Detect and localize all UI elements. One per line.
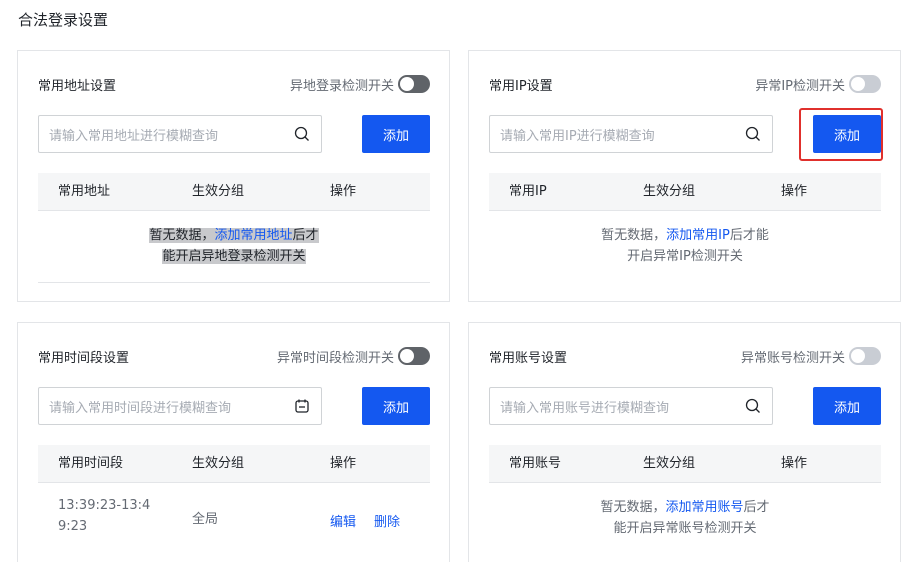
empty-text: 能开启异地登录检测开关	[162, 249, 306, 264]
account-search-input[interactable]: 请输入常用账号进行模糊查询	[489, 387, 773, 425]
time-search-input[interactable]: 请输入常用时间段进行模糊查询	[38, 387, 322, 425]
column-header: 常用时间段	[58, 456, 124, 471]
column-header: 操作	[781, 184, 808, 199]
column-header: 常用IP	[509, 184, 547, 199]
account-add-button[interactable]: 添加	[813, 387, 881, 425]
empty-text: 开启异常IP检测开关	[627, 249, 743, 264]
ip-empty-state: 暂无数据，添加常用IP后才能 开启异常IP检测开关	[489, 225, 881, 267]
account-settings-card: 常用账号设置 异常账号检测开关 请输入常用账号进行模糊查询 添加 常用账号 生效…	[468, 322, 901, 562]
empty-text: 后才能	[729, 228, 769, 243]
column-header: 常用地址	[58, 184, 111, 199]
group-cell: 全局	[192, 512, 219, 527]
account-empty-state: 暂无数据，添加常用账号后才 能开启异常账号检测开关	[489, 497, 881, 539]
ip-table-header: 常用IP 生效分组 操作	[489, 173, 881, 211]
search-icon[interactable]	[744, 125, 762, 143]
add-address-link[interactable]: 添加常用地址	[214, 228, 293, 243]
time-settings-card: 常用时间段设置 异常时间段检测开关 请输入常用时间段进行模糊查询 添加 常用时间…	[17, 322, 450, 562]
time-switch-label: 异常时间段检测开关	[276, 350, 394, 366]
empty-text: 后才	[292, 228, 319, 243]
column-header: 生效分组	[192, 456, 245, 471]
empty-text: 能开启异常账号检测开关	[613, 521, 757, 536]
account-card-title: 常用账号设置	[489, 350, 568, 366]
ip-search-placeholder: 请输入常用IP进行模糊查询	[500, 128, 655, 144]
column-header: 生效分组	[643, 184, 696, 199]
search-icon[interactable]	[744, 397, 762, 415]
account-search-placeholder: 请输入常用账号进行模糊查询	[500, 400, 670, 416]
time-card-title: 常用时间段设置	[38, 350, 130, 366]
add-ip-link[interactable]: 添加常用IP	[666, 228, 730, 243]
column-header: 生效分组	[643, 456, 696, 471]
ip-search-input[interactable]: 请输入常用IP进行模糊查询	[489, 115, 773, 153]
add-account-link[interactable]: 添加常用账号	[665, 500, 743, 515]
address-add-button[interactable]: 添加	[362, 115, 430, 153]
account-table-header: 常用账号 生效分组 操作	[489, 445, 881, 483]
ip-switch-label: 异常IP检测开关	[755, 78, 845, 94]
page-title: 合法登录设置	[18, 11, 109, 29]
edit-link[interactable]: 编辑	[330, 511, 356, 530]
address-detect-toggle[interactable]	[398, 75, 430, 93]
empty-text: 暂无数据，	[600, 500, 666, 515]
time-range-line: 13:39:23-13:4	[58, 498, 151, 513]
ip-card-title: 常用IP设置	[489, 78, 553, 94]
time-add-button[interactable]: 添加	[362, 387, 430, 425]
empty-text: 后才	[743, 500, 770, 515]
column-header: 操作	[330, 184, 357, 199]
time-range-cell: 13:39:23-13:4 9:23	[58, 495, 150, 537]
time-table-header: 常用时间段 生效分组 操作	[38, 445, 430, 483]
time-search-placeholder: 请输入常用时间段进行模糊查询	[49, 400, 232, 416]
address-empty-state: 暂无数据，添加常用地址后才 能开启异地登录检测开关	[38, 225, 430, 267]
column-header: 操作	[330, 456, 357, 471]
delete-link[interactable]: 删除	[374, 511, 400, 530]
address-card-title: 常用地址设置	[38, 78, 117, 94]
column-header: 常用账号	[509, 456, 562, 471]
account-detect-toggle[interactable]	[849, 347, 881, 365]
search-icon[interactable]	[293, 125, 311, 143]
column-header: 操作	[781, 456, 808, 471]
empty-text: 暂无数据，	[149, 228, 215, 243]
address-search-input[interactable]: 请输入常用地址进行模糊查询	[38, 115, 322, 153]
address-search-placeholder: 请输入常用地址进行模糊查询	[49, 128, 219, 144]
time-range-line: 9:23	[58, 519, 88, 534]
address-table-header: 常用地址 生效分组 操作	[38, 173, 430, 211]
address-switch-label: 异地登录检测开关	[289, 78, 394, 94]
ip-detect-toggle[interactable]	[849, 75, 881, 93]
empty-text: 暂无数据，	[601, 228, 667, 243]
add-button-highlight	[799, 108, 883, 161]
address-settings-card: 常用地址设置 异地登录检测开关 请输入常用地址进行模糊查询 添加 常用地址 生效…	[17, 50, 450, 302]
account-switch-label: 异常账号检测开关	[740, 350, 845, 366]
column-header: 生效分组	[192, 184, 245, 199]
time-detect-toggle[interactable]	[398, 347, 430, 365]
calendar-icon[interactable]	[293, 397, 311, 415]
ip-settings-card: 常用IP设置 异常IP检测开关 请输入常用IP进行模糊查询 添加 常用IP 生效…	[468, 50, 901, 302]
